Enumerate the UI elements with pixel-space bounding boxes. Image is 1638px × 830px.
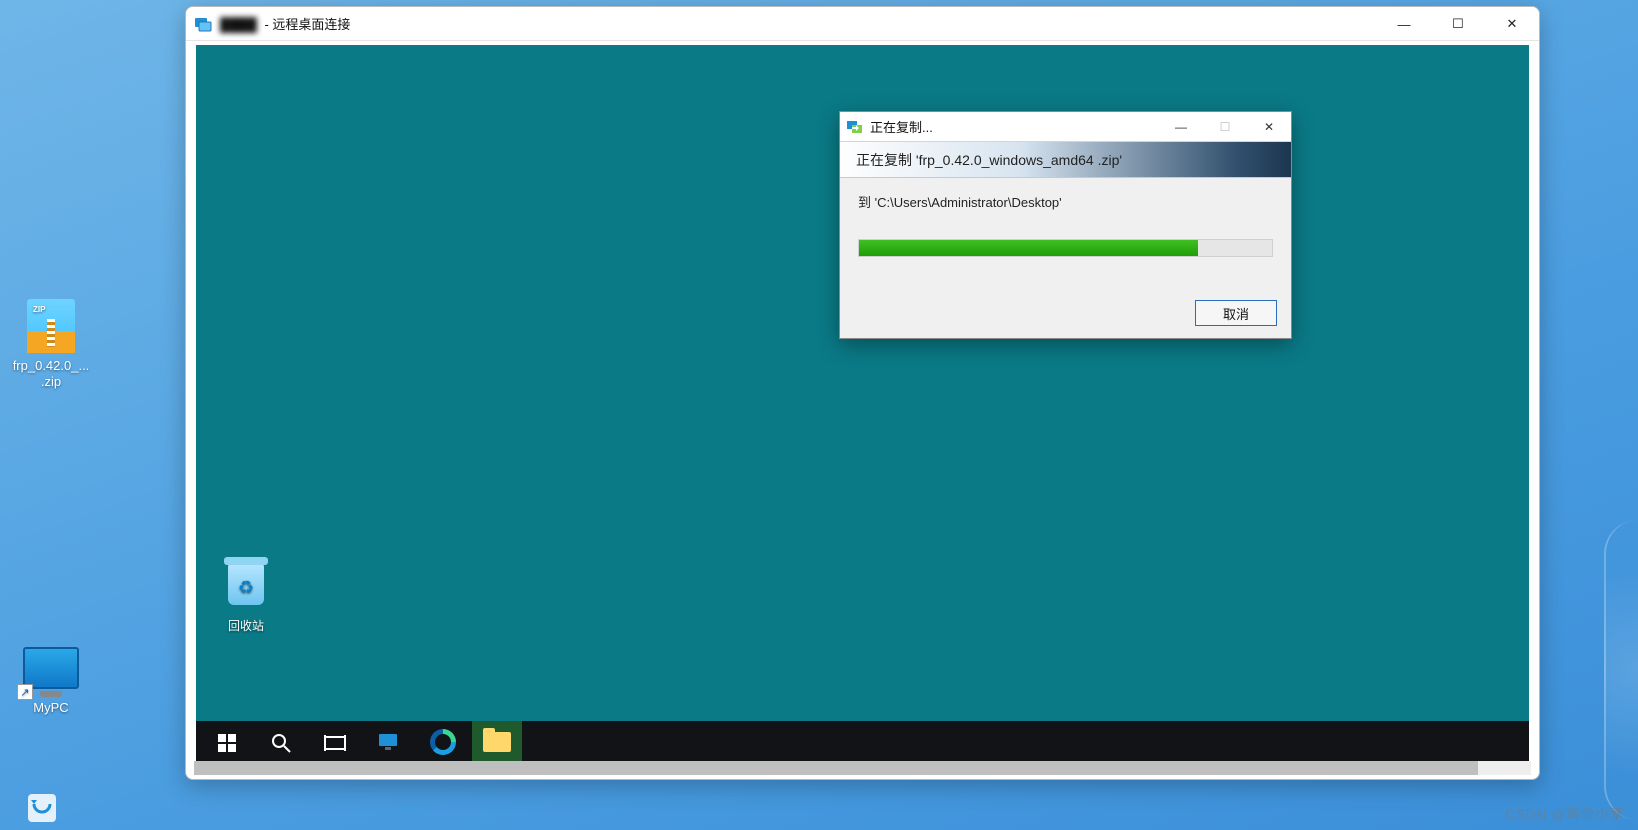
scrollbar-thumb[interactable] [194, 761, 1478, 775]
shortcut-arrow-icon: ↗ [17, 684, 33, 700]
copy-banner-suffix: ' [1119, 152, 1122, 168]
copy-dialog-title: 正在复制... [870, 117, 933, 136]
recycle-bin-icon: ♻ [224, 563, 268, 613]
edge-icon [430, 729, 456, 755]
start-button[interactable] [202, 721, 252, 765]
maximize-button[interactable]: ☐ [1431, 7, 1485, 41]
taskbar-taskview-button[interactable] [310, 721, 360, 765]
dialog-minimize-button[interactable]: ― [1159, 112, 1203, 142]
rdp-window-controls: ― ☐ ✕ [1377, 7, 1539, 41]
copy-dialog-icon [846, 118, 864, 136]
rdp-titlebar[interactable]: ████ - 远程桌面连接 ― ☐ ✕ [186, 7, 1539, 41]
remote-desktop[interactable]: ♻ 回收站 正在复制... ― ☐ ✕ 正 [196, 45, 1529, 765]
rdp-app-icon [194, 15, 212, 33]
dialog-maximize-button: ☐ [1203, 112, 1247, 142]
remote-recycle-bin[interactable]: ♻ 回收站 [206, 557, 286, 634]
folder-icon [483, 732, 511, 752]
copy-dest-path: C:\Users\Administrator\Desktop [877, 195, 1059, 210]
rdp-title-suffix: - 远程桌面连接 [264, 17, 350, 32]
desktop-icon-partial[interactable] [22, 786, 62, 826]
recycle-bin-label: 回收站 [206, 617, 286, 634]
copy-dialog-titlebar[interactable]: 正在复制... ― ☐ ✕ [840, 112, 1291, 142]
copy-dest-prefix: 到 ' [858, 195, 877, 210]
rdp-window: ████ - 远程桌面连接 ― ☐ ✕ ♻ 回收站 [185, 6, 1540, 780]
minimize-button[interactable]: ― [1377, 7, 1431, 41]
copy-destination: 到 'C:\Users\Administrator\Desktop' [858, 192, 1273, 211]
watermark: CSDN @鸡骨小享 [1505, 804, 1624, 824]
dialog-close-button[interactable]: ✕ [1247, 112, 1291, 142]
zip-file-icon: ZIP [19, 298, 83, 354]
copy-progress-fill [859, 240, 1198, 256]
remote-taskbar [196, 721, 1529, 765]
copy-dialog: 正在复制... ― ☐ ✕ 正在复制 'frp_0.42.0_windows_a… [839, 111, 1292, 339]
cancel-button[interactable]: 取消 [1195, 300, 1277, 326]
taskbar-explorer-item[interactable] [472, 721, 522, 765]
copy-dest-suffix: ' [1059, 195, 1061, 210]
copy-dialog-controls: ― ☐ ✕ [1159, 112, 1291, 142]
taskbar-edge-item[interactable] [418, 721, 468, 765]
close-button[interactable]: ✕ [1485, 7, 1539, 41]
mypc-label: MyPC [6, 700, 96, 716]
rdp-hostname-blurred: ████ [220, 17, 257, 32]
copy-banner-prefix: 正在复制 ' [856, 150, 919, 170]
taskbar-rdp-item[interactable] [364, 721, 414, 765]
desktop-icon-mypc[interactable]: ↗ MyPC [6, 640, 96, 716]
taskbar-search-button[interactable] [256, 721, 306, 765]
copy-progress-bar [858, 239, 1273, 257]
desktop-icon-zip[interactable]: ZIP frp_0.42.0_... .zip [6, 298, 96, 391]
zip-icon-label: frp_0.42.0_... .zip [6, 358, 96, 391]
monitor-icon: ↗ [19, 640, 83, 696]
copy-filename: frp_0.42.0_windows_amd64 .zip [919, 152, 1120, 168]
copy-banner: 正在复制 'frp_0.42.0_windows_amd64 .zip' [840, 142, 1291, 178]
rdp-horizontal-scrollbar[interactable] [194, 761, 1531, 775]
host-desktop: ZIP frp_0.42.0_... .zip ↗ MyPC ████ - 远程… [0, 0, 1638, 830]
screen-edge-curve [1604, 520, 1638, 820]
